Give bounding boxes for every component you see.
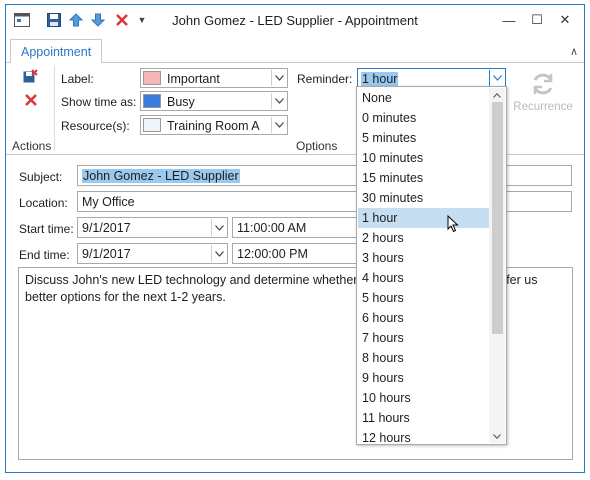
reminder-option[interactable]: 5 hours (358, 288, 490, 308)
end-date-input[interactable]: 9/1/2017 (77, 243, 228, 264)
chevron-down-icon[interactable] (489, 70, 504, 86)
reminder-option[interactable]: 8 hours (358, 348, 490, 368)
scrollbar-thumb[interactable] (492, 102, 503, 334)
chevron-down-icon[interactable] (211, 245, 226, 262)
mouse-cursor-icon (447, 214, 459, 236)
reminder-option[interactable]: 9 hours (358, 368, 490, 388)
reminder-option[interactable]: None (358, 88, 490, 108)
resources-value: Training Room A (167, 119, 260, 133)
reminder-caption: Reminder: (297, 72, 353, 86)
show-time-combo[interactable]: Busy (140, 91, 288, 111)
reminder-option[interactable]: 6 hours (358, 308, 490, 328)
reminder-dropdown-list[interactable]: None 0 minutes 5 minutes 10 minutes 15 m… (356, 86, 507, 445)
recurrence-label: Recurrence (513, 101, 573, 113)
chevron-down-icon[interactable] (271, 93, 286, 109)
appointment-window: ▼ John Gomez - LED Supplier - Appointmen… (5, 4, 585, 473)
tab-appointment[interactable]: Appointment (10, 39, 102, 64)
recurrence-button[interactable]: Recurrence (511, 67, 575, 123)
reminder-option-selected[interactable]: 1 hour (358, 208, 490, 228)
label-value: Important (167, 72, 220, 86)
reminder-option[interactable]: 5 minutes (358, 128, 490, 148)
reminder-option[interactable]: 10 hours (358, 388, 490, 408)
resources-caption: Resource(s): (61, 119, 130, 133)
options-group-label: Options (296, 139, 338, 153)
reminder-option[interactable]: 3 hours (358, 248, 490, 268)
reminder-option[interactable]: 0 minutes (358, 108, 490, 128)
reminder-option[interactable]: 4 hours (358, 268, 490, 288)
start-date-value: 9/1/2017 (82, 221, 131, 235)
close-button[interactable]: ✕ (551, 9, 579, 31)
reminder-option[interactable]: 30 minutes (358, 188, 490, 208)
actions-group-label: Actions (12, 139, 52, 153)
start-time-value: 11:00:00 AM (237, 221, 307, 235)
notes-line-1a: Discuss John's new LED technology and de… (25, 273, 377, 287)
reminder-option[interactable]: 2 hours (358, 228, 490, 248)
delete-appointment-icon[interactable] (25, 94, 37, 109)
reminder-combo[interactable]: 1 hour (357, 68, 506, 88)
reminder-option[interactable]: 11 hours (358, 408, 490, 428)
scroll-down-icon[interactable] (489, 429, 505, 443)
start-time-label: Start time: (19, 222, 74, 236)
show-time-value: Busy (167, 95, 195, 109)
start-date-input[interactable]: 9/1/2017 (77, 217, 228, 238)
end-time-value: 12:00:00 PM (237, 247, 308, 261)
resources-color-swatch (143, 118, 161, 132)
end-time-label: End time: (19, 248, 70, 262)
recurrence-icon (511, 67, 575, 101)
location-value: My Office (82, 195, 135, 209)
maximize-button[interactable]: ☐ (523, 9, 551, 31)
show-time-color-swatch (143, 94, 161, 108)
minimize-button[interactable]: — (495, 9, 523, 31)
end-date-value: 9/1/2017 (82, 247, 131, 261)
title-bar: ▼ John Gomez - LED Supplier - Appointmen… (6, 5, 584, 35)
end-time-input[interactable]: 12:00:00 PM (232, 243, 358, 264)
chevron-down-icon[interactable] (211, 219, 226, 236)
reminder-option[interactable]: 15 minutes (358, 168, 490, 188)
show-time-caption: Show time as: (61, 95, 137, 109)
reminder-option[interactable]: 7 hours (358, 328, 490, 348)
label-caption: Label: (61, 72, 94, 86)
save-and-close-icon[interactable] (23, 69, 38, 87)
collapse-ribbon-icon[interactable]: ∧ (570, 45, 578, 58)
dropdown-scrollbar[interactable] (489, 88, 505, 443)
reminder-option[interactable]: 10 minutes (358, 148, 490, 168)
location-label: Location: (19, 196, 68, 210)
subject-value: John Gomez - LED Supplier (82, 169, 240, 183)
subject-label: Subject: (19, 170, 63, 184)
resources-combo[interactable]: Training Room A (140, 115, 288, 135)
scroll-up-icon[interactable] (489, 88, 505, 102)
chevron-down-icon[interactable] (271, 70, 286, 86)
start-time-input[interactable]: 11:00:00 AM (232, 217, 358, 238)
reminder-option[interactable]: 12 hours (358, 428, 490, 444)
ribbon-tab-row: Appointment ∧ (6, 39, 584, 64)
chevron-down-icon[interactable] (271, 117, 286, 133)
label-combo[interactable]: Important (140, 68, 288, 88)
reminder-value: 1 hour (361, 72, 399, 86)
ribbon-separator (54, 65, 55, 151)
label-color-swatch (143, 71, 161, 85)
